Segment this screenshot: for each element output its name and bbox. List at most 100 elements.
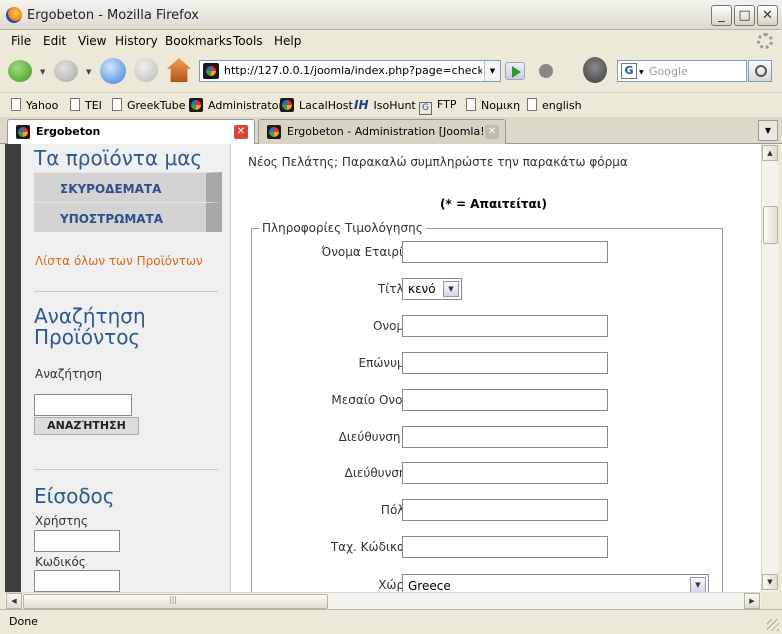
horizontal-scrollbar[interactable]: ◀ ▶: [5, 592, 761, 609]
menu-view[interactable]: View: [78, 34, 106, 48]
username-input[interactable]: [34, 530, 120, 552]
back-arrow-icon[interactable]: [8, 60, 32, 82]
scroll-right-icon[interactable]: ▶: [744, 593, 760, 609]
password-label: Κωδικός: [35, 555, 86, 569]
bookmark-administrator[interactable]: Administrator: [189, 98, 283, 112]
bookmark-tei[interactable]: TEI: [70, 98, 102, 112]
vertical-scrollbar[interactable]: ▲ ▼: [761, 144, 778, 592]
vertical-scroll-thumb[interactable]: [763, 206, 778, 244]
window-title: Ergobeton - Mozilla Firefox: [27, 8, 199, 23]
scroll-left-icon[interactable]: ◀: [6, 593, 22, 609]
window-title-bar: Ergobeton - Mozilla Firefox _ □ ✕: [0, 0, 782, 30]
joomla-icon: [280, 98, 294, 112]
menu-file[interactable]: File: [11, 34, 31, 48]
close-tab-icon[interactable]: ✕: [234, 125, 248, 139]
company-input[interactable]: [402, 241, 608, 263]
firefox-icon: [6, 7, 22, 23]
product-search-input[interactable]: [34, 394, 132, 416]
required-note: (* = Απαιτείται): [440, 197, 547, 211]
chevron-down-icon[interactable]: ▼: [443, 281, 459, 297]
country-select[interactable]: Greece ▼: [402, 574, 709, 592]
menu-bookmarks[interactable]: Bookmarks: [165, 34, 232, 48]
horizontal-scroll-thumb[interactable]: [23, 594, 328, 609]
resize-grip-icon[interactable]: [767, 619, 779, 631]
addon-icon[interactable]: [539, 64, 553, 78]
bookmark-ftp[interactable]: G FTP: [419, 98, 457, 115]
status-text: Done: [9, 615, 38, 628]
product-search-heading: Αναζήτηση Προϊόντος: [34, 304, 146, 349]
scroll-up-icon[interactable]: ▲: [762, 145, 778, 161]
close-window-button[interactable]: ✕: [757, 5, 778, 26]
page-icon: [112, 98, 122, 111]
search-button[interactable]: ΑΝΑΖΉΤΗΣΗ: [34, 417, 139, 435]
form-row-address2: Διεύθυνση 2: [251, 462, 721, 486]
search-input[interactable]: Google: [649, 65, 688, 78]
password-input[interactable]: [34, 570, 120, 592]
bookmark-greektube[interactable]: GreekTube: [112, 98, 185, 112]
divider: [34, 291, 218, 292]
activity-throbber-icon: [757, 33, 773, 49]
city-input[interactable]: [402, 499, 608, 521]
tab-ergobeton-administration[interactable]: Ergobeton - Administration [Joomla!] ✕: [258, 119, 506, 144]
joomla-icon: [16, 125, 30, 139]
category-link-substrates[interactable]: ΥΠΟΣΤΡΩΜΑΤΑ: [34, 202, 222, 232]
reload-icon[interactable]: [100, 58, 126, 84]
form-row-title: Τίτλος κενό ▼: [251, 278, 721, 302]
first-name-input[interactable]: [402, 315, 608, 337]
magnifier-icon[interactable]: [748, 60, 772, 82]
forward-arrow-icon[interactable]: [54, 60, 78, 82]
chevron-down-icon[interactable]: ▼: [690, 577, 706, 592]
divider: [34, 469, 218, 470]
bookmark-lacalhost[interactable]: LacalHost: [280, 98, 353, 112]
menu-edit[interactable]: Edit: [43, 34, 66, 48]
menu-tools[interactable]: Tools: [233, 34, 263, 48]
bookmark-english[interactable]: english: [527, 98, 582, 112]
close-tab-icon[interactable]: ✕: [485, 125, 499, 139]
maximize-button[interactable]: □: [734, 5, 755, 26]
google-engine-icon[interactable]: G: [621, 63, 637, 79]
last-name-input[interactable]: [402, 352, 608, 374]
bookmark-isohunt[interactable]: IH IsoHunt: [354, 98, 416, 112]
go-arrow-icon[interactable]: [505, 62, 525, 80]
page-left-border: [5, 144, 21, 592]
form-row-city: Πόλη*: [251, 499, 721, 523]
zip-input[interactable]: [402, 536, 608, 558]
tab-label: Ergobeton: [36, 125, 101, 138]
address-input[interactable]: http://127.0.0.1/joomla/index.php?page=c…: [224, 64, 482, 77]
form-row-first-name: Ονομα*: [251, 315, 721, 339]
joomla-icon: [267, 125, 281, 139]
page-icon: [70, 98, 80, 111]
bookmarks-toolbar: Yahoo TEI GreekTube Administrator LacalH…: [0, 92, 782, 116]
address1-input[interactable]: [402, 426, 608, 448]
address2-input[interactable]: [402, 462, 608, 484]
helmet-addon-icon[interactable]: [583, 57, 607, 83]
username-label: Χρήστης: [35, 514, 88, 528]
tab-ergobeton[interactable]: Ergobeton ✕: [7, 119, 255, 144]
stop-icon[interactable]: [134, 58, 158, 82]
joomla-favicon-icon: [203, 63, 219, 79]
back-history-dropdown-icon[interactable]: ▼: [40, 68, 45, 76]
forward-history-dropdown-icon[interactable]: ▼: [86, 68, 91, 76]
bookmark-yahoo[interactable]: Yahoo: [11, 98, 58, 112]
tab-list-dropdown-icon[interactable]: ▼: [758, 120, 778, 141]
menu-bar: File Edit View History Bookmarks Tools H…: [0, 30, 782, 52]
login-heading: Είσοδος: [34, 484, 115, 508]
form-row-country: Χώρα* Greece ▼: [251, 574, 721, 592]
minimize-button[interactable]: _: [711, 5, 732, 26]
search-bar[interactable]: G ▼ Google: [617, 60, 747, 82]
menu-help[interactable]: Help: [274, 34, 301, 48]
search-engine-dropdown-icon[interactable]: ▼: [639, 69, 644, 76]
scroll-down-icon[interactable]: ▼: [762, 574, 778, 590]
bookmark-nomiki[interactable]: Νομικη: [466, 98, 520, 112]
menu-history[interactable]: History: [115, 34, 158, 48]
title-select[interactable]: κενό ▼: [402, 278, 462, 300]
tab-bar: Ergobeton ✕ Ergobeton - Administration […: [0, 117, 782, 144]
middle-name-input[interactable]: [402, 389, 608, 411]
google-icon: G: [419, 102, 432, 115]
joomla-icon: [189, 98, 203, 112]
address-bar[interactable]: http://127.0.0.1/joomla/index.php?page=c…: [199, 60, 501, 82]
all-products-link[interactable]: Λίστα όλων των Προϊόντων: [35, 254, 203, 268]
form-row-company: Όνομα Εταιρίας: [251, 241, 721, 265]
category-link-concrete[interactable]: ΣΚΥΡΟΔΕΜΑΤΑ: [34, 172, 222, 202]
url-history-dropdown-icon[interactable]: ▼: [484, 61, 500, 81]
